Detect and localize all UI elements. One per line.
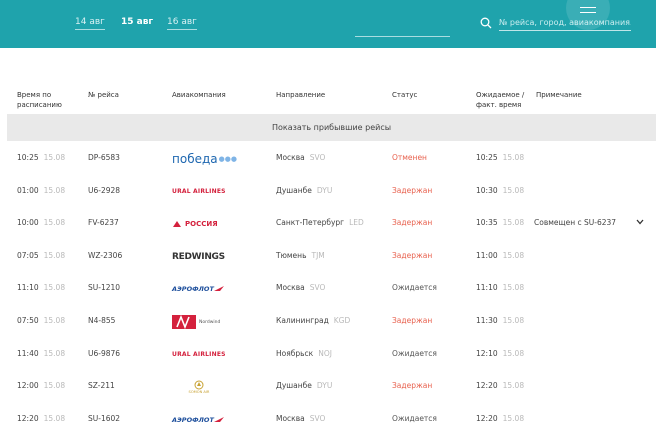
flight-status: Отменен — [392, 153, 427, 162]
divider-line — [355, 36, 450, 37]
expected-time: 12:20 15.08 — [476, 381, 525, 391]
airline-logo: АЭРОФЛОТ — [172, 278, 252, 300]
flight-number: U6-2928 — [88, 185, 121, 195]
flight-status: Задержан — [392, 250, 433, 260]
date-14-aug[interactable]: 14 авг — [75, 17, 105, 30]
direction: Ноябрьск NOJ — [276, 348, 332, 358]
scheduled-time: 11:40 15.08 — [17, 348, 66, 358]
table-row[interactable]: 11:10 15.08 SU-1210 АЭРОФЛОТ Москва SVO Ож… — [0, 272, 656, 304]
flight-number: WZ-2306 — [88, 250, 123, 260]
flight-status: Задержан — [392, 218, 433, 228]
airline-logo: REDWINGS — [172, 246, 252, 268]
scheduled-time: 10:00 15.08 — [17, 218, 66, 228]
flight-number: SZ-211 — [88, 381, 115, 391]
airline-logo: РОССИЯ — [172, 213, 252, 235]
ural-logo: URAL AIRLINES — [172, 351, 226, 359]
aeroflot-logo: АЭРОФЛОТ — [172, 285, 214, 294]
scheduled-time: 10:25 15.08 — [17, 153, 66, 162]
airline-logo: победа ●●● — [172, 148, 252, 170]
redwings-logo: REDWINGS — [172, 251, 225, 262]
pobeda-logo: победа — [172, 152, 218, 166]
table-row[interactable]: 11:40 15.08 U6-9876 URAL AIRLINES Ноябрьс… — [0, 338, 656, 370]
pobeda-dots: ●●● — [218, 155, 237, 163]
airline-logo: АЭРОФЛОТ — [172, 409, 252, 431]
airline-logo: URAL AIRLINES — [172, 181, 252, 203]
col-scheduled-time: Время по расписанию — [17, 91, 62, 109]
table-row[interactable]: 07:05 15.08 WZ-2306 REDWINGS Тюмень TJM За… — [0, 240, 656, 272]
airline-logo: SOMON AIR — [172, 376, 252, 398]
flight-number: FV-6237 — [88, 218, 119, 228]
nordwind-emblem-icon — [172, 315, 196, 329]
scheduled-time: 11:10 15.08 — [17, 283, 66, 293]
flight-number: U6-9876 — [88, 348, 121, 358]
table-row[interactable]: 01:00 15.08 U6-2928 URAL AIRLINES Душанбе… — [0, 175, 656, 207]
expected-time: 12:20 15.08 — [476, 413, 525, 423]
aeroflot-wing-icon — [213, 416, 224, 422]
direction: Москва SVO — [276, 413, 326, 423]
direction: Москва SVO — [276, 153, 326, 162]
col-expected-time: Ожидаемое / факт. время — [476, 91, 525, 109]
scheduled-time: 01:00 15.08 — [17, 185, 66, 195]
direction: Санкт-Петербург LED — [276, 218, 364, 228]
flight-status: Задержан — [392, 381, 433, 391]
col-direction: Направление — [276, 91, 326, 99]
table-row[interactable]: 07:50 15.08 N4-855 Nordwind Калининград KG… — [0, 305, 656, 337]
expected-time: 10:25 15.08 — [476, 153, 525, 162]
flight-status: Задержан — [392, 185, 433, 195]
table-row[interactable]: 12:20 15.08 SU-1602 АЭРОФЛОТ Москва SVO Ож… — [0, 403, 656, 435]
scheduled-time: 07:50 15.08 — [17, 316, 66, 325]
flight-status: Ожидается — [392, 348, 437, 358]
rossiya-emblem-icon — [173, 220, 181, 227]
table-row[interactable]: 10:00 15.08 FV-6237 РОССИЯ Санкт-Петербур… — [0, 207, 656, 239]
show-arrived-button[interactable]: Показать прибывшие рейсы — [7, 114, 656, 141]
top-bar: 14 авг 15 авг 16 авг — [0, 0, 656, 48]
flight-number: SU-1602 — [88, 413, 121, 423]
chevron-down-icon[interactable] — [636, 219, 644, 225]
aeroflot-logo: АЭРОФЛОТ — [172, 415, 214, 424]
flight-status: Ожидается — [392, 413, 437, 423]
flight-number: SU-1210 — [88, 283, 121, 293]
scheduled-time: 12:00 15.08 — [17, 381, 66, 391]
flight-status: Ожидается — [392, 283, 437, 293]
scheduled-time: 07:05 15.08 — [17, 250, 66, 260]
direction: Душанбе DYU — [276, 381, 333, 391]
airline-logo: Nordwind — [172, 311, 252, 333]
direction: Калининград KGD — [276, 316, 351, 325]
direction: Москва SVO — [276, 283, 326, 293]
menu-icon[interactable] — [580, 7, 596, 17]
ural-logo: URAL AIRLINES — [172, 188, 226, 196]
table-row[interactable]: 10:25 15.08 DP-6583 победа ●●● Москва SVO О… — [0, 142, 656, 174]
col-status: Статус — [392, 91, 418, 99]
direction: Душанбе DYU — [276, 185, 333, 195]
date-16-aug[interactable]: 16 авг — [167, 17, 197, 30]
flight-number: N4-855 — [88, 316, 116, 325]
date-15-aug[interactable]: 15 авг — [121, 17, 153, 29]
somon-emblem-icon — [194, 380, 204, 390]
table-row[interactable]: 12:00 15.08 SZ-211 SOMON AIR Душанбе DYU З… — [0, 370, 656, 402]
airline-logo: URAL AIRLINES — [172, 344, 252, 366]
expected-time: 12:10 15.08 — [476, 348, 525, 358]
expected-time: 10:35 15.08 — [476, 218, 525, 228]
col-note: Примечание — [536, 91, 582, 99]
scheduled-time: 12:20 15.08 — [17, 413, 66, 423]
expected-time: 11:00 15.08 — [476, 250, 525, 260]
expected-time: 11:10 15.08 — [476, 283, 525, 293]
flight-status: Задержан — [392, 316, 433, 325]
nordwind-logo: Nordwind — [199, 319, 221, 325]
flight-note: Совмещен с SU-6237 — [534, 218, 617, 228]
search-icon[interactable] — [480, 17, 492, 29]
expected-time: 10:30 15.08 — [476, 185, 525, 195]
flight-number: DP-6583 — [88, 153, 120, 162]
col-flight-number: № рейса — [88, 91, 119, 99]
expected-time: 11:30 15.08 — [476, 316, 525, 325]
rossiya-logo: РОССИЯ — [185, 220, 218, 229]
col-airline: Авиакомпания — [172, 91, 226, 99]
somon-logo: SOMON AIR — [172, 380, 226, 394]
direction: Тюмень TJM — [276, 250, 325, 260]
search-input[interactable] — [499, 15, 631, 31]
aeroflot-wing-icon — [213, 286, 224, 292]
